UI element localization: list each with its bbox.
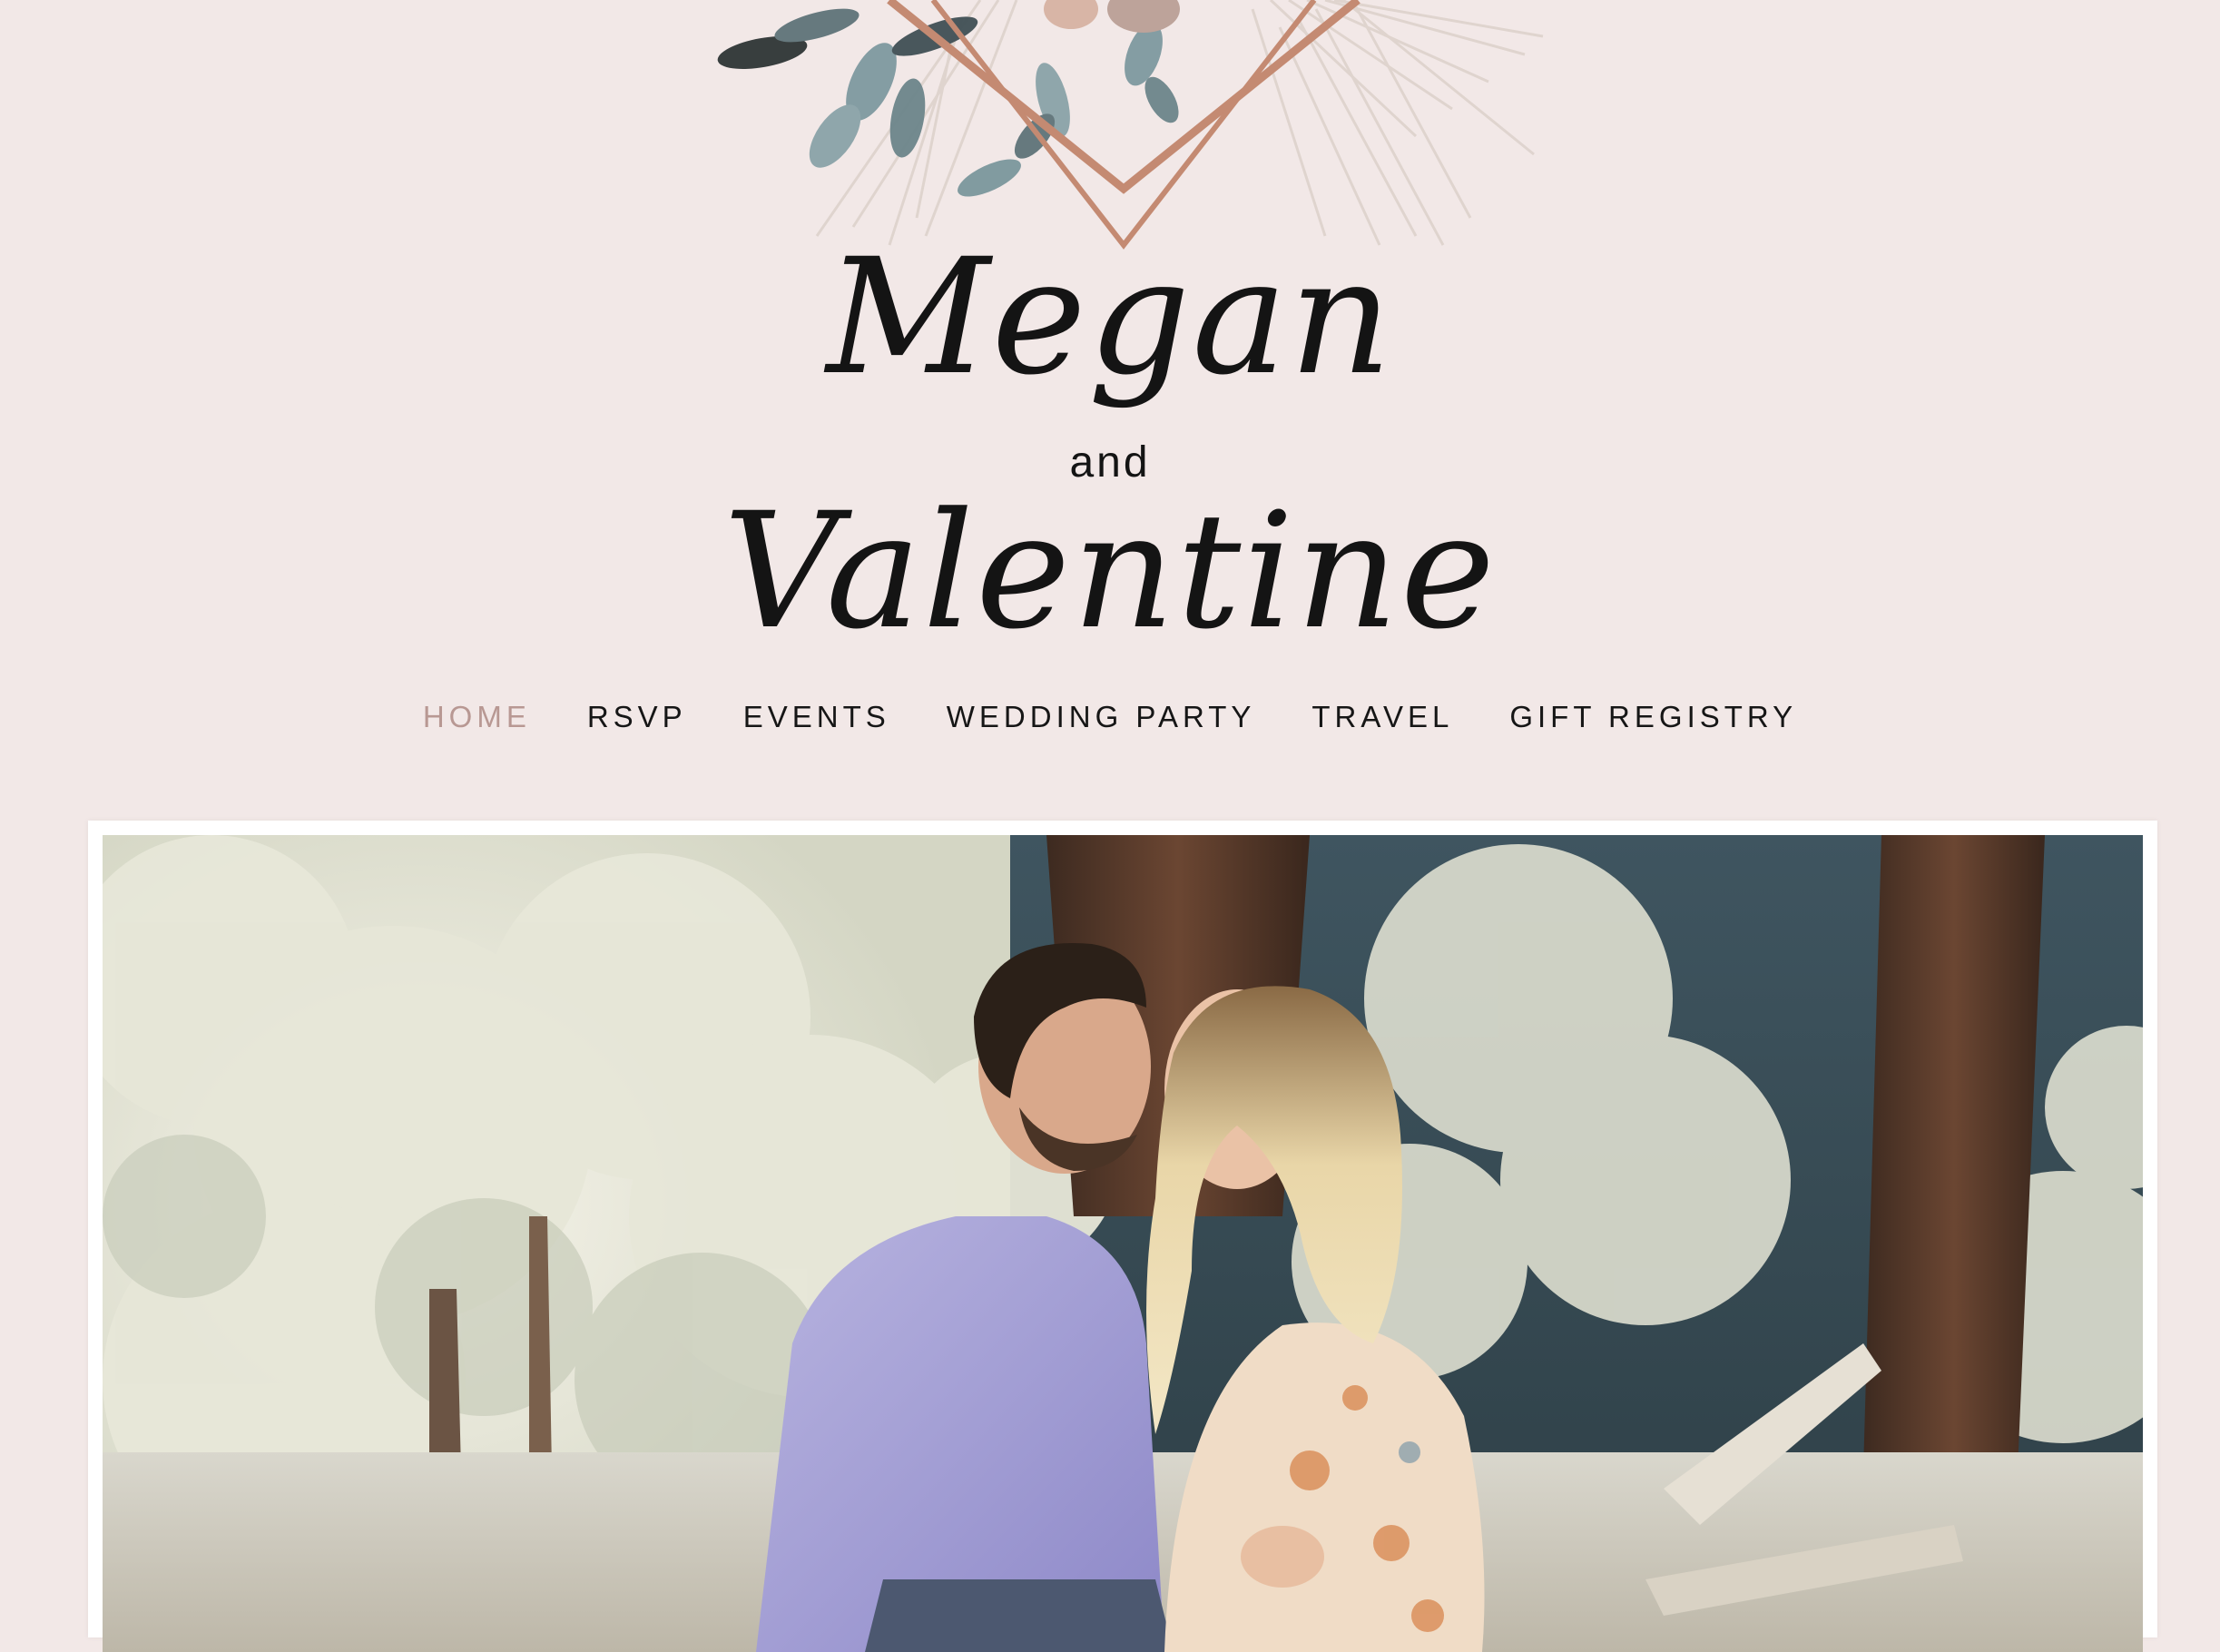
- nav-item-rsvp[interactable]: RSVP: [587, 695, 687, 739]
- nav-item-home[interactable]: HOME: [423, 695, 531, 739]
- nav-item-gift-registry[interactable]: GIFT REGISTRY: [1509, 695, 1797, 739]
- hero-photo-frame: [88, 821, 2157, 1652]
- main-navigation: HOME RSVP EVENTS WEDDING PARTY TRAVEL GI…: [0, 695, 2220, 739]
- nav-item-travel[interactable]: TRAVEL: [1311, 695, 1453, 739]
- couple-photo-illustration: [103, 835, 2143, 1652]
- nav-item-wedding-party[interactable]: WEDDING PARTY: [947, 695, 1256, 739]
- first-name-title: Megan: [826, 224, 1394, 410]
- nav-item-events[interactable]: EVENTS: [743, 695, 890, 739]
- couple-photo: [103, 835, 2143, 1652]
- second-name-title: Valentine: [722, 478, 1498, 664]
